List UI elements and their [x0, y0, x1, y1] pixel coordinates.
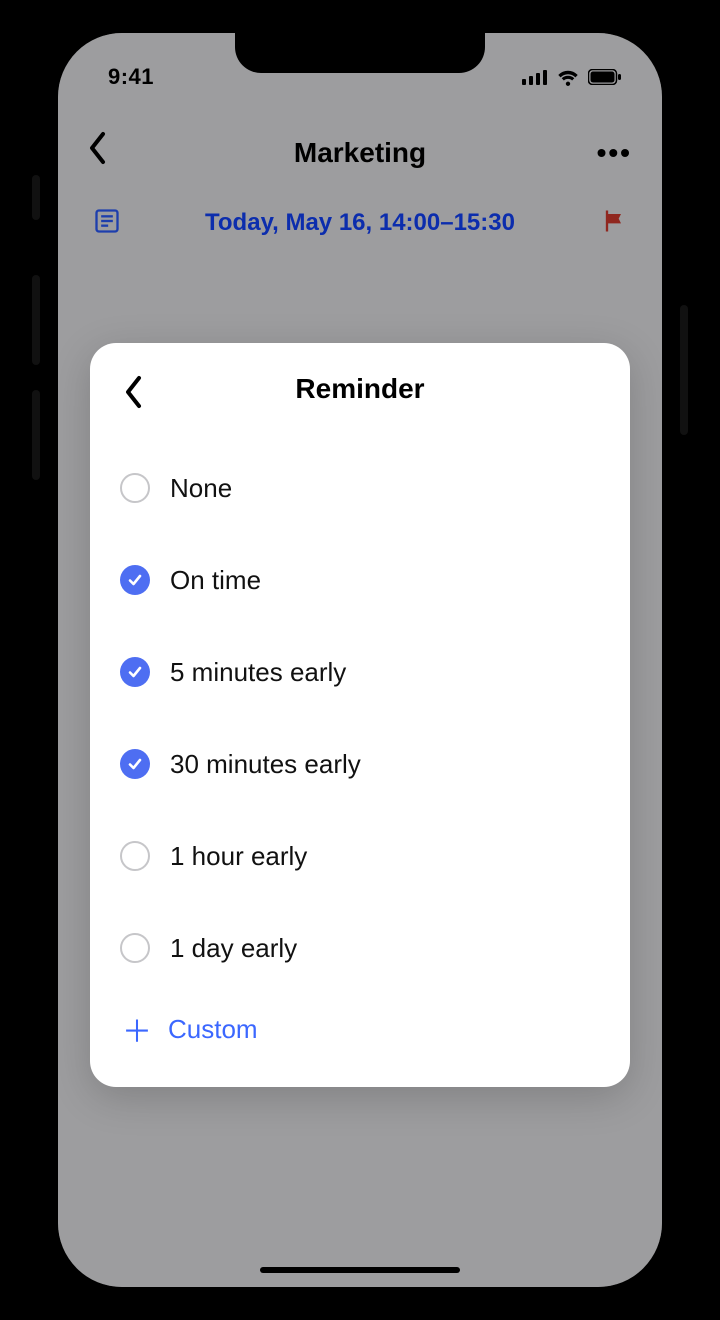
reminder-option[interactable]: 1 hour early: [120, 811, 600, 901]
plus-icon: ＋: [120, 1007, 154, 1051]
radio-checked-icon: [120, 565, 150, 595]
chevron-left-icon: [124, 375, 144, 409]
status-time: 9:41: [108, 64, 154, 90]
phone-side-button: [32, 275, 40, 365]
cellular-icon: [522, 69, 548, 85]
phone-side-button: [32, 390, 40, 480]
reminder-option[interactable]: 5 minutes early: [120, 627, 600, 717]
battery-icon: [588, 69, 622, 85]
notch: [235, 33, 485, 73]
reminder-option-label: 30 minutes early: [170, 749, 361, 780]
radio-checked-icon: [120, 749, 150, 779]
reminder-modal: Reminder None On time 5 minutes early 30 mi…: [90, 343, 630, 1087]
screen: 9:41 Marketing ••• Today, May 16, 14:00–…: [58, 33, 662, 1287]
reminder-option[interactable]: 1 day early: [120, 903, 600, 993]
reminder-option[interactable]: On time: [120, 535, 600, 625]
modal-header: Reminder: [120, 373, 600, 405]
radio-unchecked-icon: [120, 933, 150, 963]
radio-checked-icon: [120, 657, 150, 687]
wifi-icon: [556, 68, 580, 86]
home-indicator: [260, 1267, 460, 1273]
radio-unchecked-icon: [120, 841, 150, 871]
status-icons: [522, 68, 622, 86]
phone-side-button: [32, 175, 40, 220]
custom-reminder-button[interactable]: ＋ Custom: [120, 997, 600, 1061]
reminder-option[interactable]: None: [120, 443, 600, 533]
reminder-option-label: 5 minutes early: [170, 657, 346, 688]
reminder-option-label: On time: [170, 565, 261, 596]
reminder-option-label: None: [170, 473, 232, 504]
phone-frame: 9:41 Marketing ••• Today, May 16, 14:00–…: [40, 15, 680, 1305]
reminder-option-list: None On time 5 minutes early 30 minutes ear…: [120, 443, 600, 993]
radio-unchecked-icon: [120, 473, 150, 503]
modal-back-button[interactable]: [124, 375, 144, 414]
reminder-option-label: 1 day early: [170, 933, 297, 964]
reminder-option-label: 1 hour early: [170, 841, 307, 872]
phone-side-button: [680, 305, 688, 435]
modal-title: Reminder: [295, 373, 424, 405]
reminder-option[interactable]: 30 minutes early: [120, 719, 600, 809]
custom-reminder-label: Custom: [168, 1014, 258, 1045]
